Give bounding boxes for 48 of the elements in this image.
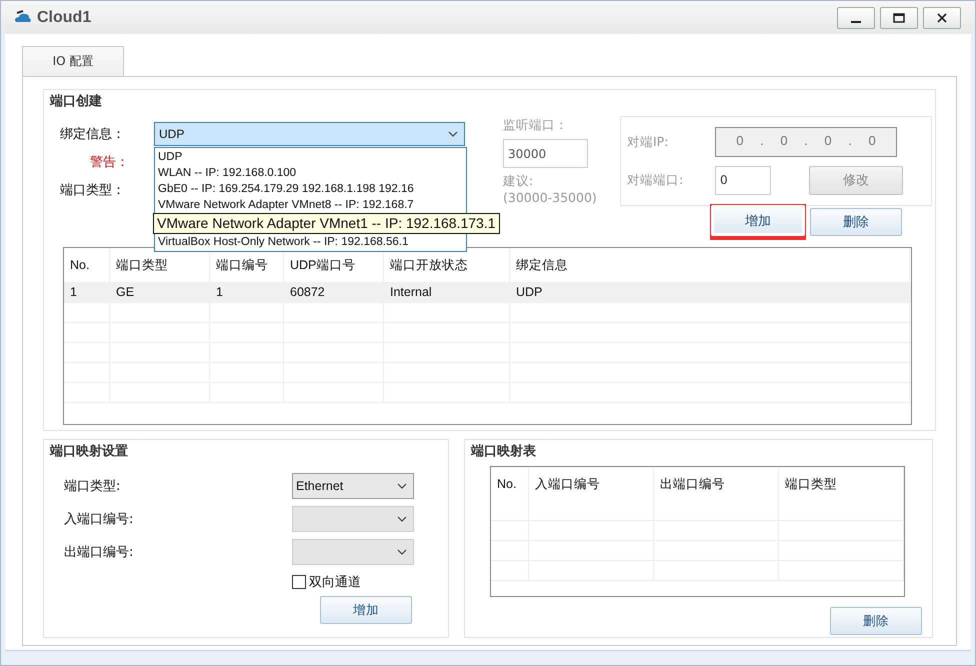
table-cell: UDP bbox=[510, 282, 910, 302]
chevron-icon bbox=[397, 516, 407, 522]
binding-dropdown[interactable]: UDP bbox=[154, 122, 465, 146]
field-label: 绑定信息： bbox=[60, 126, 126, 143]
dropdown-option[interactable]: VirtualBox Host-Only Network -- IP: 192.168.56.1 bbox=[155, 234, 408, 250]
field-label: 监听端口： bbox=[503, 116, 569, 133]
dropdown-option[interactable]: UDP bbox=[155, 149, 182, 165]
column-header[interactable]: 端口类型 bbox=[779, 467, 904, 501]
column-header[interactable]: 入端口编号 bbox=[529, 467, 654, 501]
minimize-button[interactable] bbox=[837, 6, 875, 28]
warning-label: 警告： bbox=[90, 154, 129, 171]
tab[interactable]: IO 配置 bbox=[22, 46, 124, 76]
chevron-icon bbox=[397, 548, 407, 554]
action-button[interactable]: 删除 bbox=[810, 208, 902, 236]
field-label: 入端口编号: bbox=[64, 510, 134, 528]
dropdown-option[interactable]: VMware Network Adapter VMnet1 -- IP: 192.168.173.1 bbox=[153, 213, 500, 234]
field-label: 对端IP: bbox=[627, 134, 670, 150]
column-header[interactable]: No. bbox=[491, 467, 529, 501]
range-hint: (30000-35000) bbox=[503, 189, 598, 206]
dropdown-option[interactable]: GbE0 -- IP: 169.254.179.29 192.168.1.198 192.16 bbox=[155, 181, 414, 197]
close-icon bbox=[936, 12, 948, 22]
field-label: 端口类型： bbox=[60, 182, 126, 199]
table-cell: GE bbox=[110, 282, 210, 302]
maximize-icon bbox=[893, 12, 905, 22]
minimize-icon bbox=[851, 20, 861, 22]
chevron-icon bbox=[397, 482, 407, 488]
checkbox[interactable] bbox=[292, 575, 306, 589]
field-label: 出端口编号: bbox=[64, 544, 134, 560]
table-cell: 1 bbox=[64, 282, 110, 302]
column-header[interactable]: 出端口编号 bbox=[654, 467, 779, 501]
delete-button[interactable]: 删除 bbox=[830, 607, 922, 635]
dropdown[interactable]: Ethernet bbox=[292, 472, 414, 498]
table-cell: Internal bbox=[384, 282, 510, 302]
table-cell: 60872 bbox=[284, 282, 384, 302]
field-label: 端口类型: bbox=[64, 478, 122, 494]
checkbox-label: 双向通道 bbox=[309, 574, 361, 591]
table-cell: 1 bbox=[210, 282, 284, 302]
field-label: 对端端口: bbox=[627, 172, 684, 188]
action-button[interactable]: 增加 bbox=[711, 205, 805, 236]
chevron-icon bbox=[448, 131, 458, 137]
close-button[interactable] bbox=[923, 6, 961, 28]
hint-label: 建议: bbox=[503, 172, 534, 189]
add-button[interactable]: 增加 bbox=[320, 596, 412, 624]
window-title: Cloud1 bbox=[37, 8, 92, 26]
maximize-button[interactable] bbox=[880, 6, 918, 28]
dropdown-option[interactable]: WLAN -- IP: 192.168.0.100 bbox=[155, 165, 296, 181]
dropdown-option[interactable]: VMware Network Adapter VMnet8 -- IP: 192.168.7 bbox=[155, 197, 414, 213]
listen-port-field[interactable]: 30000 bbox=[503, 139, 588, 168]
